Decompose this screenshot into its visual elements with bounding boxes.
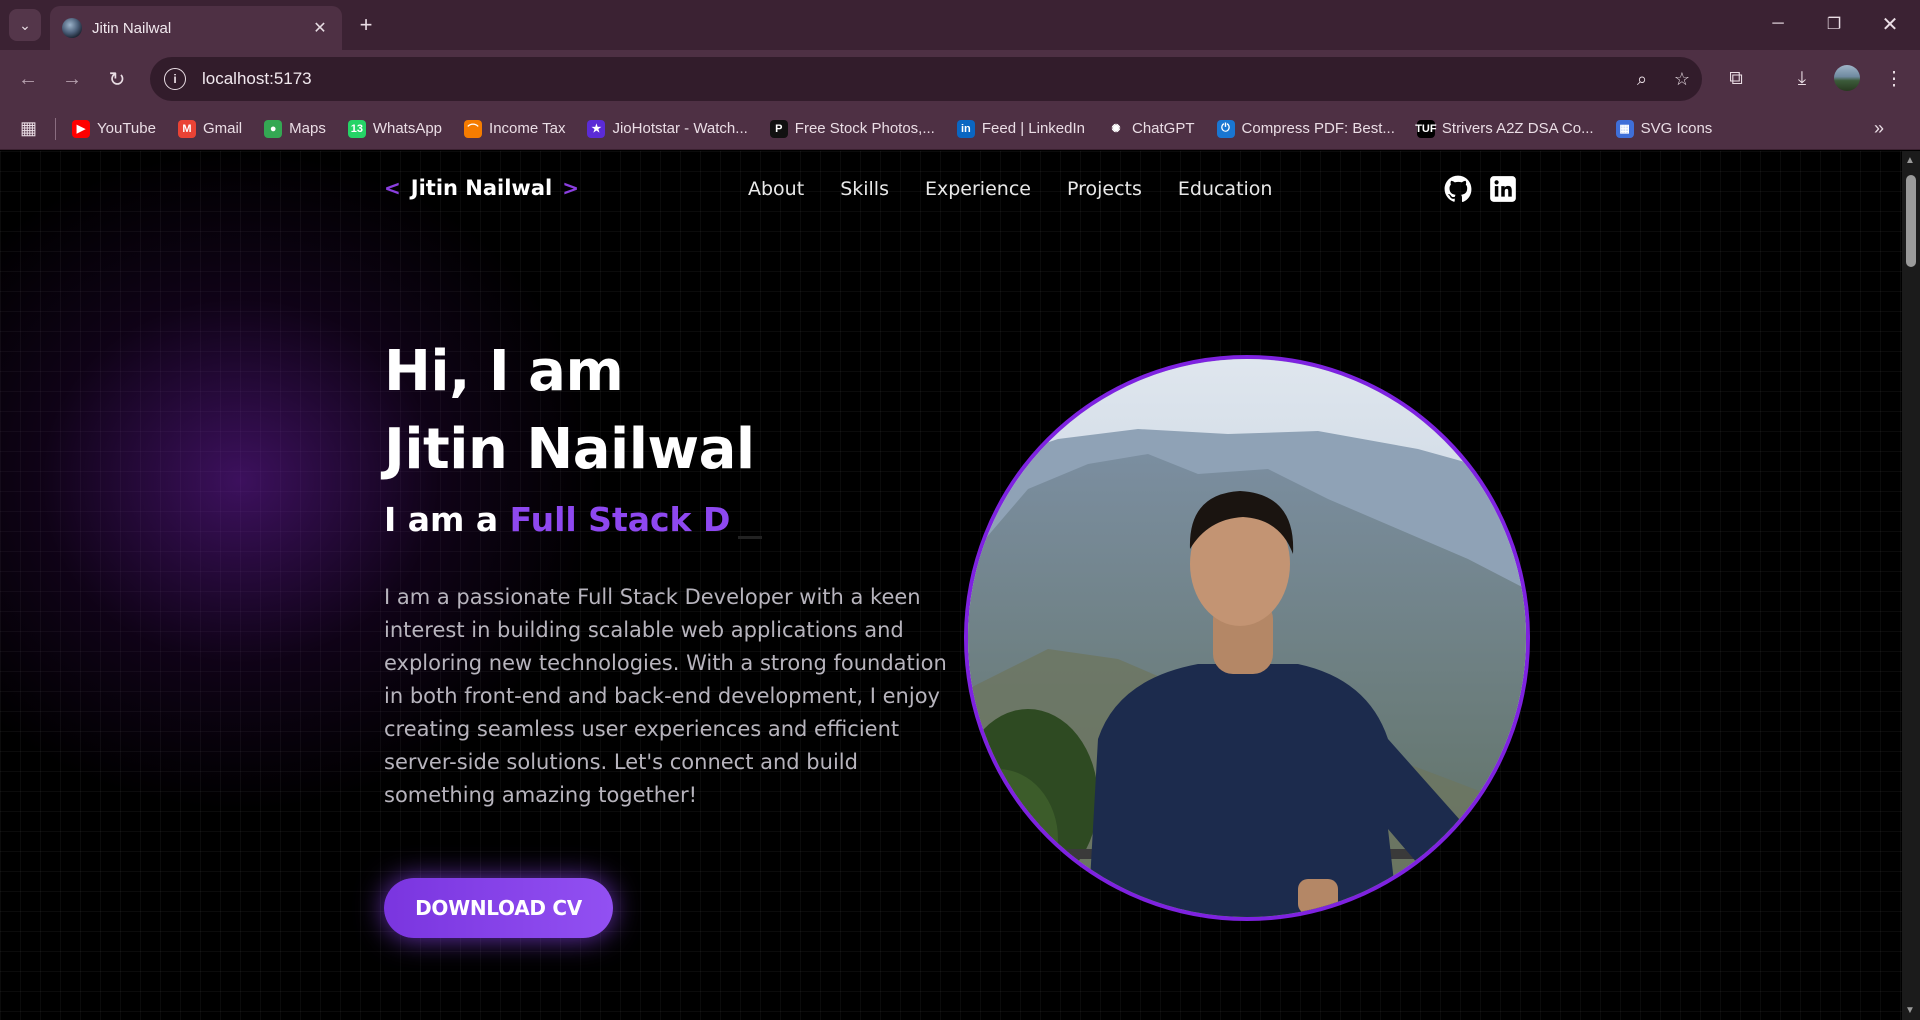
hero-greeting: Hi, I am [384, 339, 624, 404]
bookmark-item[interactable]: ▦ SVG Icons [1615, 119, 1713, 138]
bookmark-label: Free Stock Photos,... [794, 120, 935, 137]
nav-link-experience[interactable]: Experience [925, 178, 1031, 200]
typing-cursor [738, 536, 763, 539]
bookmark-star-icon[interactable]: ☆ [1662, 69, 1702, 90]
logo-right-bracket: > [562, 176, 579, 200]
scrollbar-thumb[interactable] [1906, 175, 1916, 267]
profile-photo [964, 355, 1530, 921]
portfolio-page: < Jitin Nailwal > About Skills Experience P… [0, 151, 1902, 1020]
menu-icon[interactable]: ⋮ [1878, 63, 1910, 95]
forward-button[interactable]: → [56, 63, 88, 95]
hero-role: I am a Full Stack D [384, 500, 763, 539]
zoom-icon[interactable]: ⌕ [1622, 69, 1662, 90]
tab-title: Jitin Nailwal [92, 19, 172, 37]
logo-name: Jitin Nailwal [410, 176, 553, 200]
bookmark-item[interactable]: TUF Strivers A2Z DSA Co... [1415, 119, 1594, 138]
about-paragraph: I am a passionate Full Stack Developer w… [384, 585, 947, 807]
bookmark-label: Compress PDF: Best... [1241, 120, 1395, 137]
restore-button[interactable]: ❐ [1806, 0, 1862, 48]
tab-strip: ⌄ Jitin Nailwal ✕ + ─ ❐ ✕ [0, 0, 1920, 50]
bookmark-favicon-icon: ▦ [1615, 119, 1634, 138]
download-cv-button[interactable]: DOWNLOAD CV [384, 878, 613, 938]
linkedin-icon[interactable] [1489, 175, 1517, 203]
bookmark-favicon-icon: ⏻ [1216, 119, 1235, 138]
scroll-up-icon[interactable]: ▲ [1905, 155, 1915, 166]
role-typed-text: Full Stack D [509, 500, 731, 539]
bookmark-label: Income Tax [489, 120, 566, 137]
bookmark-favicon-icon: 13 [347, 119, 366, 138]
hero-name: Jitin Nailwal [384, 417, 755, 482]
tab-search-button[interactable]: ⌄ [9, 9, 41, 41]
bookmark-item[interactable]: in Feed | LinkedIn [956, 119, 1085, 138]
profile-photo-image [968, 359, 1526, 917]
nav-link-skills[interactable]: Skills [840, 178, 889, 200]
bookmark-label: Strivers A2Z DSA Co... [1441, 120, 1594, 137]
url-text: localhost:5173 [202, 69, 312, 88]
bookmarks-divider [55, 117, 57, 140]
bookmark-item[interactable]: ▶ YouTube [72, 119, 156, 138]
profile-avatar[interactable] [1834, 65, 1860, 91]
nav-link-projects[interactable]: Projects [1067, 178, 1142, 200]
bookmark-favicon-icon: in [956, 119, 975, 138]
bookmark-label: Gmail [202, 120, 243, 137]
nav-link-education[interactable]: Education [1178, 178, 1273, 200]
bookmark-favicon-icon: ⌒ [464, 119, 483, 138]
browser-toolbar: ← → ↻ i localhost:5173 ⌕ ☆ ⧉ ⤓ ⋮ [0, 50, 1920, 108]
bookmark-item[interactable]: M Gmail [177, 119, 243, 138]
bookmark-item[interactable]: ★ JioHotstar - Watch... [587, 119, 748, 138]
bookmark-item[interactable]: ✺ ChatGPT [1106, 119, 1195, 138]
bookmark-favicon-icon: ★ [587, 119, 606, 138]
bookmark-label: JioHotstar - Watch... [612, 120, 748, 137]
main-nav: About Skills Experience Projects Education [748, 178, 1308, 200]
bookmark-label: ChatGPT [1131, 120, 1195, 137]
site-logo[interactable]: < Jitin Nailwal > [384, 176, 579, 200]
bookmark-label: YouTube [97, 120, 156, 137]
extensions-icon[interactable]: ⧉ [1720, 63, 1752, 95]
logo-left-bracket: < [384, 176, 401, 200]
close-tab-icon[interactable]: ✕ [310, 18, 330, 38]
browser-tab[interactable]: Jitin Nailwal ✕ [50, 6, 342, 50]
bookmark-favicon-icon: P [769, 119, 788, 138]
bookmark-label: SVG Icons [1640, 120, 1713, 137]
bookmarks-bar: ▦ ▶ YouTube M Gmail ● Maps 13 WhatsApp ⌒ Income T… [0, 108, 1920, 150]
bookmark-item[interactable]: ⌒ Income Tax [464, 119, 566, 138]
bookmark-favicon-icon: ▶ [72, 119, 91, 138]
new-tab-button[interactable]: + [352, 11, 380, 39]
reload-button[interactable]: ↻ [101, 63, 133, 95]
bookmark-label: Feed | LinkedIn [981, 120, 1085, 137]
nav-link-about[interactable]: About [748, 178, 804, 200]
tab-favicon-icon [62, 18, 82, 38]
close-window-button[interactable]: ✕ [1862, 0, 1918, 48]
bookmark-item[interactable]: ⏻ Compress PDF: Best... [1216, 119, 1395, 138]
bookmark-favicon-icon: ✺ [1106, 119, 1125, 138]
chevron-down-icon: ⌄ [19, 16, 31, 33]
back-button[interactable]: ← [12, 63, 44, 95]
page-scrollbar[interactable]: ▲ ▼ [1902, 151, 1920, 1020]
bookmark-favicon-icon: TUF [1415, 119, 1437, 138]
apps-grid-icon[interactable]: ▦ [20, 118, 37, 139]
scroll-down-icon[interactable]: ▼ [1905, 1005, 1915, 1016]
role-prefix: I am a [384, 500, 510, 539]
bookmark-label: WhatsApp [372, 120, 443, 137]
bookmark-item[interactable]: 13 WhatsApp [347, 119, 443, 138]
address-bar[interactable]: i localhost:5173 ⌕ ☆ [150, 57, 1702, 101]
bookmark-favicon-icon: M [177, 119, 196, 138]
downloads-icon[interactable]: ⤓ [1786, 63, 1818, 95]
site-info-icon[interactable]: i [164, 68, 186, 90]
github-icon[interactable] [1444, 175, 1472, 203]
bookmark-item[interactable]: P Free Stock Photos,... [769, 119, 935, 138]
more-bookmarks-icon[interactable]: » [1874, 118, 1884, 139]
minimize-button[interactable]: ─ [1750, 0, 1806, 48]
bookmark-label: Maps [289, 120, 326, 137]
bookmark-item[interactable]: ● Maps [264, 119, 326, 138]
bookmark-favicon-icon: ● [264, 119, 283, 138]
